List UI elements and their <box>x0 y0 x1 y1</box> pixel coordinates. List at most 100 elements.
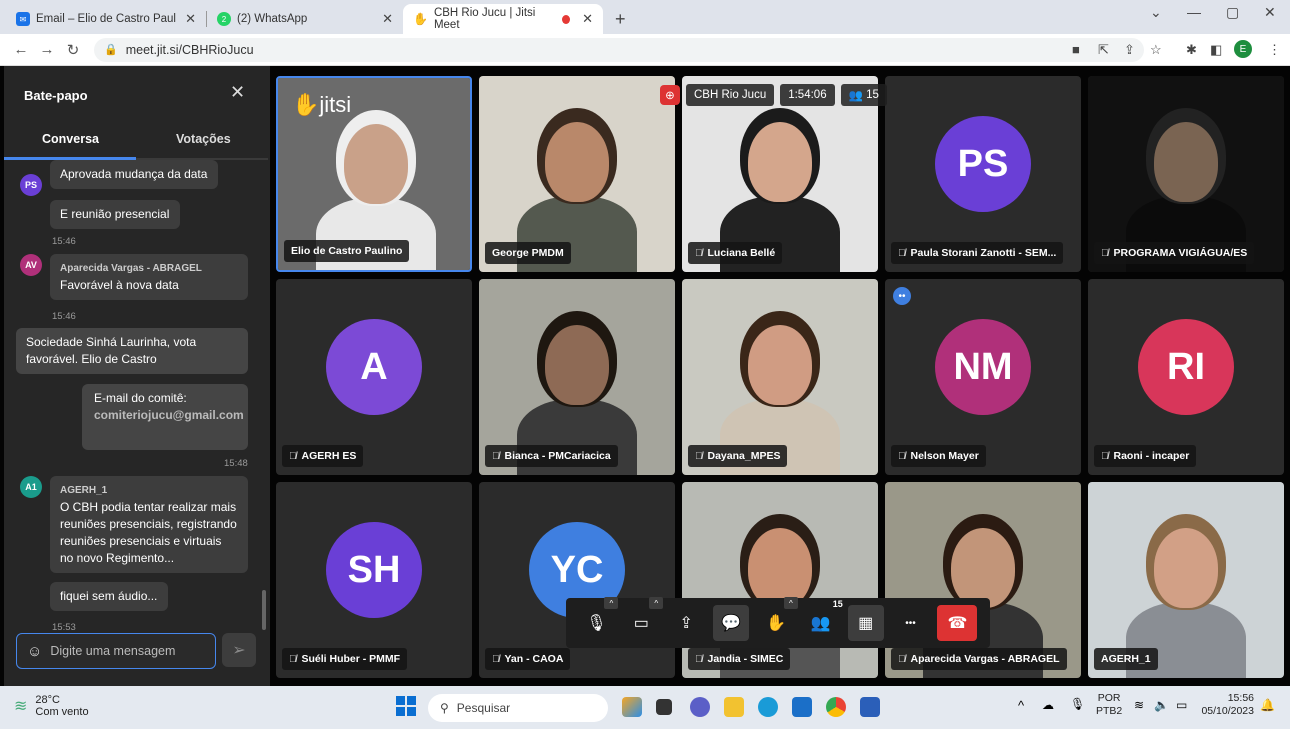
participant-tile[interactable]: 🎙̸ PROGRAMA VIGIÁGUA/ES <box>1088 76 1284 272</box>
tab-title: (2) WhatsApp <box>237 13 308 25</box>
chat-button[interactable]: 💬 <box>713 605 750 641</box>
participant-tile[interactable]: 🎙̸ Jandia - SIMEC <box>682 482 878 678</box>
participant-tile[interactable]: 🎙̸ Dayana_MPES <box>682 279 878 475</box>
tab-whatsapp[interactable]: 2 (2) WhatsApp ✕ <box>207 4 403 34</box>
tile-view-button[interactable]: ▦ <box>847 605 884 641</box>
minimize-button[interactable]: — <box>1187 4 1201 20</box>
participant-tile[interactable]: 🎙̸ Aparecida Vargas - ABRAGEL <box>885 482 1081 678</box>
start-icon[interactable] <box>396 696 416 716</box>
microphone-button[interactable]: 🎙 ^ <box>578 597 619 641</box>
new-tab-button[interactable]: + <box>603 4 638 34</box>
participant-tile[interactable]: Elio de Castro Paulino ✋jitsi <box>276 76 472 272</box>
camera-icon[interactable]: ■ <box>1072 42 1080 57</box>
participant-name-text: AGERH ES <box>301 450 357 462</box>
message-text: Favorável à nova data <box>60 278 179 292</box>
participant-tile[interactable]: 🎙̸ Bianca - PMCariacica <box>479 279 675 475</box>
file-explorer-icon[interactable] <box>724 697 744 717</box>
volume-icon[interactable]: 🔈 <box>1154 698 1169 712</box>
send-button[interactable]: ➢ <box>222 633 256 667</box>
menu-icon[interactable]: ⋮ <box>1268 42 1281 58</box>
participant-avatar: SH <box>326 522 422 618</box>
tab-title: CBH Rio Jucu | Jitsi Meet <box>433 7 536 31</box>
participant-tile[interactable]: A 🎙̸ AGERH ES <box>276 279 472 475</box>
url-field[interactable]: 🔒 meet.jit.si/CBHRioJucu <box>94 37 1144 62</box>
chat-message: E reunião presencial <box>50 200 180 229</box>
close-tab-icon[interactable]: ✕ <box>382 11 393 27</box>
close-window-button[interactable]: ✕ <box>1264 4 1276 21</box>
language-indicator[interactable]: POR PTB2 <box>1096 692 1122 718</box>
participant-tile[interactable]: SH 🎙̸ Suéli Huber - PMMF <box>276 482 472 678</box>
jitsi-logo: ✋jitsi <box>292 92 352 117</box>
word-icon[interactable] <box>860 697 880 717</box>
cloud-icon[interactable]: ☁ <box>1042 698 1054 712</box>
sidepanel-icon[interactable]: ◧ <box>1210 42 1222 58</box>
options-caret-icon[interactable]: ^ <box>783 597 798 609</box>
participant-tile[interactable]: NM 🎙̸ Nelson Mayer •• <box>885 279 1081 475</box>
wifi-icon[interactable]: ≋ <box>1134 698 1144 712</box>
participant-tile[interactable]: AGERH_1 <box>1088 482 1284 678</box>
emoji-icon[interactable]: ☺ <box>27 643 42 660</box>
options-caret-icon[interactable]: ^ <box>604 597 619 609</box>
participant-tile[interactable]: George PMDM <box>479 76 675 272</box>
jitsi-app: Bate-papo ✕ Conversa Votações PS Aprovad… <box>0 66 1290 686</box>
close-tab-icon[interactable]: ✕ <box>185 11 196 27</box>
chrome-icon[interactable] <box>826 697 846 717</box>
participant-name-text: Luciana Bellé <box>707 247 776 259</box>
teams-icon[interactable] <box>690 697 710 717</box>
restore-button[interactable]: ▢ <box>1226 4 1239 21</box>
tab-polls[interactable]: Votações <box>176 132 231 146</box>
clock[interactable]: 15:56 05/10/2023 <box>1198 692 1254 718</box>
muted-mic-icon: 🎙̸ <box>898 247 906 259</box>
mic-icon[interactable]: 🎙 <box>1070 697 1085 711</box>
participant-tile[interactable]: RI 🎙̸ Raoni - incaper <box>1088 279 1284 475</box>
muted-mic-icon: 🎙̸ <box>492 653 500 665</box>
tab-jitsi[interactable]: ✋ CBH Rio Jucu | Jitsi Meet ✕ <box>403 4 603 34</box>
temperature: 28°C <box>35 694 60 706</box>
install-icon[interactable]: ⇱ <box>1098 42 1109 58</box>
reload-icon[interactable]: ↻ <box>60 41 86 59</box>
options-caret-icon[interactable]: ^ <box>649 597 664 609</box>
participants-button[interactable]: 👥 15 <box>803 599 843 641</box>
taskbar-search[interactable]: ⚲ Pesquisar <box>428 694 608 722</box>
extensions-icon[interactable]: ✱ <box>1186 42 1197 58</box>
weather-text: Com vento <box>35 706 89 718</box>
task-view-icon[interactable] <box>656 699 672 715</box>
close-tab-icon[interactable]: ✕ <box>582 11 593 27</box>
close-chat-icon[interactable]: ✕ <box>230 82 245 103</box>
muted-mic-icon: 🎙̸ <box>289 450 297 462</box>
notification-bell-icon[interactable]: 🔔 <box>1260 698 1275 712</box>
more-actions-button[interactable]: ••• <box>893 605 929 641</box>
copilot-icon[interactable] <box>622 697 642 717</box>
hangup-button[interactable]: ☎ <box>937 605 978 641</box>
participant-tile[interactable]: PS 🎙̸ Paula Storani Zanotti - SEM... <box>885 76 1081 272</box>
tab-email[interactable]: ✉ Email – Elio de Castro Paulino - ✕ <box>6 4 206 34</box>
camera-button[interactable]: ▭ ^ <box>623 597 664 641</box>
share-icon[interactable]: ⇪ <box>1124 42 1135 58</box>
weather-widget[interactable]: ≋ 28°C Com vento <box>14 694 89 718</box>
store-icon[interactable] <box>792 697 812 717</box>
recording-globe-icon: ⊕ <box>660 85 680 105</box>
message-time: 15:53 <box>52 622 76 633</box>
people-icon: 👥 <box>848 90 863 102</box>
raise-hand-button[interactable]: ✋ ^ <box>758 597 798 641</box>
forward-icon[interactable]: → <box>34 41 60 58</box>
participant-name: George PMDM <box>485 242 571 264</box>
wind-icon: ≋ <box>14 698 28 715</box>
tray-chevron-icon[interactable]: ^ <box>1018 698 1024 713</box>
participant-count[interactable]: 👥 15 <box>840 84 887 106</box>
participant-name-text: Yan - CAOA <box>504 653 564 665</box>
bookmark-star-icon[interactable]: ☆ <box>1150 42 1162 58</box>
tab-conversation[interactable]: Conversa <box>42 132 99 146</box>
tab-search-icon[interactable]: ⌄ <box>1150 4 1162 21</box>
participant-tile[interactable]: YC 🎙̸ Yan - CAOA <box>479 482 675 678</box>
chat-scrollbar[interactable] <box>262 590 266 630</box>
whatsapp-icon: 2 <box>217 12 231 26</box>
profile-avatar[interactable]: E <box>1234 40 1252 58</box>
edge-icon[interactable] <box>758 697 778 717</box>
share-screen-button[interactable]: ⇪ <box>668 605 704 641</box>
back-icon[interactable]: ← <box>8 41 34 58</box>
battery-icon[interactable]: ▭ <box>1176 698 1187 712</box>
message-text: O CBH podia tentar realizar mais reuniõe… <box>60 500 237 565</box>
participant-name: 🎙̸ Aparecida Vargas - ABRAGEL <box>891 648 1067 670</box>
chat-message-input[interactable]: ☺ Digite uma mensagem <box>16 633 216 669</box>
